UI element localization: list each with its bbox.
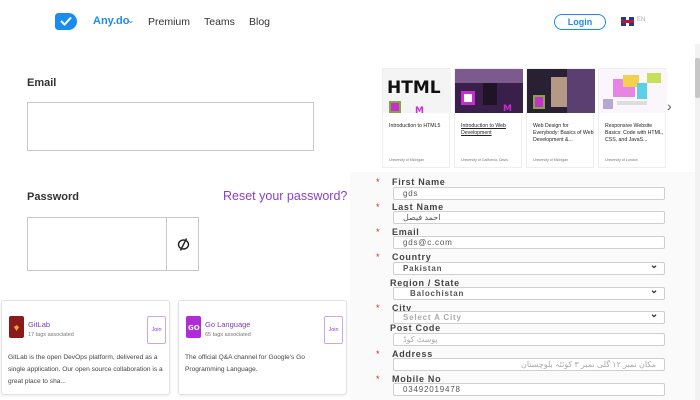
gitlab-icon (9, 316, 24, 338)
course-title: Introduction to Web Development (461, 123, 506, 136)
tag-card-gitlab: GitLab 17 tags associated Join GitLab is… (1, 300, 170, 395)
course-university: University of Michigan (533, 158, 569, 162)
tag-description: The official Q&A channel for Google's Go… (185, 354, 305, 373)
post-code-label: Post Code (390, 323, 441, 333)
chevron-down-icon[interactable]: ⌄ (127, 15, 135, 26)
svg-text:GO: GO (188, 324, 200, 332)
top-nav: Any.do ⌄ Premium Teams Blog Login EN (0, 0, 700, 44)
email-label: Email (27, 77, 57, 89)
first-name-label: First Name (392, 177, 446, 187)
tag-card-go-language: GO Go Language 65 tags associated Join T… (178, 300, 347, 395)
language-code[interactable]: EN (637, 17, 645, 23)
toggle-password-visibility[interactable] (166, 218, 199, 271)
tag-name[interactable]: GitLab (28, 320, 50, 329)
country-label: Country (392, 252, 432, 262)
required-asterisk: * (376, 252, 380, 262)
course-title: Responsive Website Basics: Code with HTM… (605, 123, 664, 143)
post-code-input[interactable]: پوسٹ کوڈ (393, 333, 665, 346)
course-thumbnail (599, 69, 667, 113)
course-thumbnail: M (455, 69, 523, 113)
course-title: Introduction to HTML5 (389, 123, 441, 129)
required-asterisk: * (376, 177, 380, 187)
required-asterisk: * (376, 303, 380, 313)
tag-count: 65 tags associated (205, 332, 251, 338)
course-thumbnail: HTML M (383, 69, 451, 113)
course-thumbnail (527, 69, 595, 113)
email-input[interactable]: gds@c.com (393, 236, 665, 249)
login-button[interactable]: Login (554, 14, 606, 30)
required-asterisk: * (376, 374, 380, 384)
region-select[interactable]: Balochistan (393, 285, 665, 300)
nav-link-teams[interactable]: Teams (204, 16, 235, 28)
eye-off-icon (177, 238, 190, 251)
course-card[interactable]: M Introduction to Web Development Univer… (454, 68, 523, 168)
email-input[interactable] (27, 102, 314, 151)
required-asterisk: * (376, 227, 380, 237)
mobile-input[interactable]: 03492019478 (393, 383, 665, 396)
course-university: University of California, Davis (461, 158, 508, 162)
course-card[interactable]: Web Design for Everybody: Basics of Web … (526, 68, 595, 168)
reset-password-link[interactable]: Reset your password? (223, 189, 347, 203)
svg-text:HTML: HTML (387, 78, 441, 98)
course-title: Web Design for Everybody: Basics of Web … (533, 123, 594, 143)
last-name-input[interactable]: احمد فيصل (393, 211, 665, 224)
address-input[interactable]: مکان نمبر ۱۲ گلی نمبر ۳ کوئٹہ بلوچستان (393, 358, 665, 371)
brand-menu[interactable]: Any.do (93, 15, 129, 27)
tag-name[interactable]: Go Language (205, 320, 250, 329)
join-button[interactable]: Join (147, 316, 166, 344)
nav-link-premium[interactable]: Premium (148, 16, 190, 28)
scrollbar-thumb[interactable] (695, 58, 700, 98)
go-language-icon: GO (186, 316, 201, 338)
uk-flag-icon[interactable] (621, 17, 634, 26)
required-asterisk: * (376, 349, 380, 359)
svg-text:M: M (503, 104, 512, 113)
join-button[interactable]: Join (324, 316, 343, 344)
anydo-logo-icon[interactable] (55, 13, 77, 30)
svg-text:M: M (415, 106, 424, 113)
nav-link-blog[interactable]: Blog (249, 16, 270, 28)
page-scrollbar[interactable] (695, 44, 700, 400)
required-asterisk: * (376, 202, 380, 212)
course-university: University of Michigan (389, 158, 425, 162)
tag-count: 17 tags associated (28, 332, 74, 338)
course-card[interactable]: Responsive Website Basics: Code with HTM… (598, 68, 667, 168)
password-label: Password (27, 191, 79, 203)
country-select[interactable]: Pakistan (393, 260, 665, 275)
course-card[interactable]: HTML M Introduction to HTML5 University … (382, 68, 451, 168)
tag-description: GitLab is the open DevOps platform, deli… (8, 354, 163, 385)
course-university: University of London (605, 158, 638, 162)
first-name-input[interactable]: gds (393, 187, 665, 200)
chevron-right-icon[interactable]: › (667, 98, 672, 114)
